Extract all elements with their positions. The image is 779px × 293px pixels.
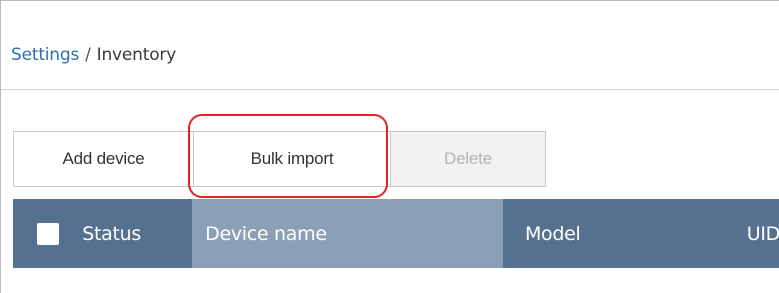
- table-header: Status Device name Model UID: [13, 199, 779, 268]
- column-header-device-name[interactable]: Device name: [192, 199, 503, 268]
- column-header-model[interactable]: Model: [503, 199, 737, 268]
- select-all-cell: [13, 199, 82, 268]
- breadcrumb-settings-link[interactable]: Settings: [11, 45, 79, 65]
- breadcrumb-separator: /: [85, 45, 91, 65]
- select-all-checkbox[interactable]: [36, 222, 59, 245]
- add-device-button[interactable]: Add device: [13, 131, 194, 187]
- bulk-import-button[interactable]: Bulk import: [194, 131, 391, 187]
- column-header-status[interactable]: Status: [82, 199, 192, 268]
- toolbar: Add device Bulk import Delete: [13, 131, 546, 187]
- breadcrumb-current: Inventory: [96, 45, 177, 65]
- breadcrumb: Settings / Inventory: [11, 45, 176, 65]
- inventory-page: Settings / Inventory Add device Bulk impor…: [0, 0, 779, 293]
- header-divider: [1, 89, 779, 90]
- delete-button[interactable]: Delete: [391, 131, 546, 187]
- column-header-uid[interactable]: UID: [737, 199, 779, 268]
